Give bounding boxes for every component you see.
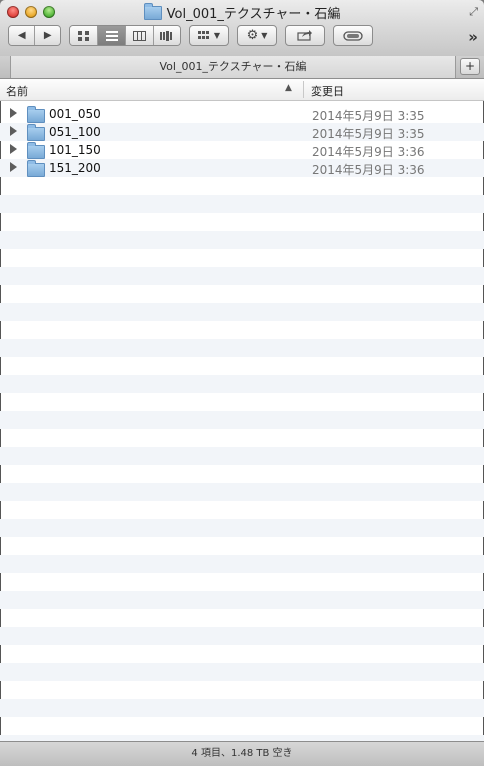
item-name: 151_200 <box>49 161 101 175</box>
chevron-down-icon: ▼ <box>261 31 268 40</box>
window-title: Vol_001_テクスチャー・石編 <box>0 2 484 22</box>
list-stripe <box>0 519 484 537</box>
item-name: 001_050 <box>49 107 101 121</box>
disclosure-triangle-icon[interactable] <box>10 144 17 154</box>
list-stripe <box>0 303 484 321</box>
list-stripe <box>0 429 484 447</box>
column-header: 名前 ▲ 変更日 <box>0 79 484 101</box>
folder-icon <box>27 124 45 141</box>
list-stripe <box>0 375 484 393</box>
file-list[interactable]: 001_050 2014年5月9日 3:35 051_100 2014年5月9日… <box>0 101 484 753</box>
disclosure-triangle-icon[interactable] <box>10 108 17 118</box>
list-stripe <box>0 411 484 429</box>
list-stripe <box>0 627 484 645</box>
status-text: 4 項目、1.48 TB 空き <box>191 748 293 759</box>
column-view-icon <box>133 30 147 41</box>
list-stripe <box>0 663 484 681</box>
item-date: 2014年5月9日 3:36 <box>312 145 425 159</box>
tab-label: Vol_001_テクスチャー・石編 <box>159 60 307 73</box>
plus-icon: + <box>464 59 476 73</box>
list-stripe <box>0 285 484 303</box>
gear-icon: ⚙ <box>246 28 259 43</box>
column-view-button[interactable] <box>126 26 154 45</box>
folder-icon <box>27 106 45 123</box>
forward-icon: ▶ <box>43 30 52 41</box>
list-stripe <box>0 465 484 483</box>
list-stripe <box>0 483 484 501</box>
back-icon: ◀ <box>17 30 26 41</box>
coverflow-view-button[interactable] <box>153 26 180 45</box>
sort-ascending-icon[interactable]: ▲ <box>285 83 292 93</box>
list-stripe <box>0 177 484 195</box>
finder-window: Vol_001_テクスチャー・石編 ⤢ ◀ ▶ ▼ ⚙ ▼ » Vol_001_… <box>0 0 484 766</box>
list-stripe <box>0 699 484 717</box>
folder-icon <box>27 142 45 159</box>
disclosure-triangle-icon[interactable] <box>10 126 17 136</box>
list-stripe <box>0 609 484 627</box>
list-view-button[interactable] <box>98 26 127 45</box>
list-stripe <box>0 645 484 663</box>
share-button[interactable] <box>285 25 325 46</box>
double-chevron-icon: » <box>468 28 478 46</box>
list-stripe <box>0 717 484 735</box>
list-stripe <box>0 447 484 465</box>
list-stripe <box>0 681 484 699</box>
list-item[interactable]: 001_050 2014年5月9日 3:35 <box>0 105 484 123</box>
list-stripe <box>0 537 484 555</box>
list-stripe <box>0 231 484 249</box>
list-stripe <box>0 357 484 375</box>
list-stripe <box>0 321 484 339</box>
list-view-icon <box>105 30 118 41</box>
list-stripe <box>0 591 484 609</box>
item-date: 2014年5月9日 3:36 <box>312 163 425 177</box>
list-stripe <box>0 249 484 267</box>
tags-button[interactable] <box>333 25 373 46</box>
list-item[interactable]: 051_100 2014年5月9日 3:35 <box>0 123 484 141</box>
column-name-header[interactable]: 名前 <box>6 83 28 99</box>
list-stripe <box>0 213 484 231</box>
status-bar: 4 項目、1.48 TB 空き <box>0 741 484 766</box>
tab-bar: Vol_001_テクスチャー・石編 + <box>0 56 484 79</box>
list-stripe <box>0 393 484 411</box>
title-bar[interactable]: Vol_001_テクスチャー・石編 ⤢ ◀ ▶ ▼ ⚙ ▼ » <box>0 0 484 57</box>
tag-icon <box>343 30 363 41</box>
view-mode-segment <box>69 25 181 46</box>
list-stripe <box>0 573 484 591</box>
list-stripe <box>0 555 484 573</box>
list-stripe <box>0 339 484 357</box>
list-item[interactable]: 151_200 2014年5月9日 3:36 <box>0 159 484 177</box>
arrange-grid-icon <box>197 31 209 39</box>
item-name: 051_100 <box>49 125 101 139</box>
toolbar: ◀ ▶ ▼ ⚙ ▼ » <box>0 23 484 51</box>
list-item[interactable]: 101_150 2014年5月9日 3:36 <box>0 141 484 159</box>
column-date-header[interactable]: 変更日 <box>311 83 344 99</box>
back-button[interactable]: ◀ <box>9 26 36 45</box>
window-title-label: Vol_001_テクスチャー・石編 <box>166 7 341 22</box>
fullscreen-icon[interactable]: ⤢ <box>469 5 478 19</box>
list-stripe <box>0 195 484 213</box>
arrange-button[interactable]: ▼ <box>189 25 229 46</box>
new-tab-button[interactable]: + <box>460 58 480 75</box>
item-name: 101_150 <box>49 143 101 157</box>
share-icon <box>297 30 312 41</box>
nav-segment: ◀ ▶ <box>8 25 61 46</box>
list-stripe <box>0 501 484 519</box>
toolbar-overflow-button[interactable]: » <box>468 28 478 46</box>
chevron-down-icon: ▼ <box>213 31 221 40</box>
list-stripe <box>0 267 484 285</box>
disclosure-triangle-icon[interactable] <box>10 162 17 172</box>
icon-view-icon <box>77 30 89 41</box>
folder-icon <box>143 2 162 20</box>
forward-button[interactable]: ▶ <box>35 26 60 45</box>
folder-icon <box>27 160 45 177</box>
action-button[interactable]: ⚙ ▼ <box>237 25 277 46</box>
tab-current[interactable]: Vol_001_テクスチャー・石編 <box>10 56 456 78</box>
item-date: 2014年5月9日 3:35 <box>312 109 425 123</box>
item-date: 2014年5月9日 3:35 <box>312 127 425 141</box>
icon-view-button[interactable] <box>70 26 99 45</box>
column-divider[interactable] <box>303 81 304 98</box>
coverflow-view-icon <box>159 30 172 41</box>
